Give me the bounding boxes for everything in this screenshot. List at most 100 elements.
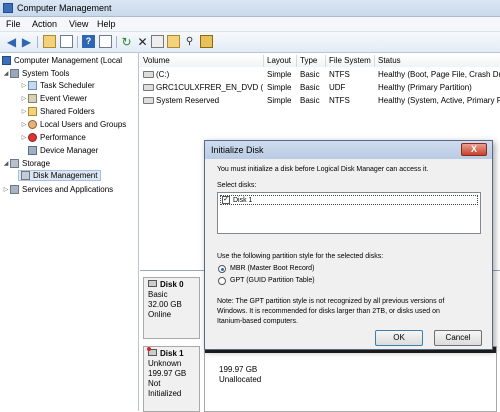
volume-layout: Simple	[267, 96, 292, 105]
volume-name: (C:)	[156, 70, 170, 79]
expand-icon[interactable]: ▷	[20, 134, 28, 141]
volume-layout: Simple	[267, 70, 292, 79]
tree-item-event-viewer[interactable]: ▷ Event Viewer	[20, 93, 87, 104]
disk-state: Not Initialized	[148, 379, 182, 398]
table-row[interactable]: GRC1CULXFRER_EN_DVD (E:)	[143, 82, 263, 93]
disk-management-icon	[21, 171, 30, 180]
volume-icon	[143, 97, 154, 105]
tree-item-shared-folders[interactable]: ▷ Shared Folders	[20, 106, 95, 117]
volume-status: Healthy (System, Active, Primary Partiti…	[378, 96, 500, 105]
disk-name: Disk 0	[160, 280, 184, 289]
tree-item-local-users[interactable]: ▷ Local Users and Groups	[20, 119, 126, 130]
volume-name: System Reserved	[156, 96, 220, 105]
menu-action[interactable]: Action	[32, 19, 57, 29]
open-icon[interactable]	[167, 35, 180, 48]
disk-1-header[interactable]: Disk 1 Unknown 199.97 GB Not Initialized	[143, 346, 200, 412]
tree-storage[interactable]: ◢ Storage	[2, 158, 50, 169]
export-icon[interactable]	[200, 35, 213, 48]
tree-system-tools-label: System Tools	[22, 69, 70, 78]
menu-file[interactable]: File	[6, 19, 21, 29]
disk-state: Online	[148, 310, 172, 319]
tools-icon	[10, 69, 19, 78]
column-header-file-system[interactable]: File System	[326, 55, 375, 67]
tree-item-disk-management[interactable]: Disk Management	[18, 170, 102, 181]
expand-icon[interactable]: ▷	[20, 121, 28, 128]
column-header-status[interactable]: Status	[375, 55, 500, 67]
expand-icon[interactable]: ▷	[2, 186, 10, 193]
toolbar: ◀ ▶ ? ↻ ✕ ⚲	[0, 32, 500, 53]
tree-item-performance[interactable]: ▷ Performance	[20, 132, 86, 143]
tree-item-label: Device Manager	[40, 146, 99, 155]
refresh-icon[interactable]: ↻	[120, 35, 133, 48]
tree-item-label: Shared Folders	[40, 107, 95, 116]
tree-system-tools[interactable]: ◢ System Tools	[2, 68, 69, 79]
list-item[interactable]: ✓ Disk 1	[220, 195, 478, 205]
cancel-button[interactable]: Cancel	[434, 330, 482, 346]
column-header-type[interactable]: Type	[297, 55, 326, 67]
show-action-pane-icon[interactable]	[99, 35, 112, 48]
volume-type: Basic	[300, 83, 320, 92]
disk-type: Basic	[148, 290, 168, 299]
disk-selection-list[interactable]: ✓ Disk 1	[217, 192, 481, 234]
volume-file-system: NTFS	[329, 96, 350, 105]
tree-root[interactable]: Computer Management (Local	[2, 55, 122, 66]
mbr-radio[interactable]	[218, 265, 226, 273]
disk-0-header[interactable]: Disk 0 Basic 32.00 GB Online	[143, 277, 200, 339]
select-disks-label: Select disks:	[217, 182, 257, 189]
volume-type: Basic	[300, 96, 320, 105]
tree-item-label: Event Viewer	[40, 94, 87, 103]
search-icon[interactable]: ⚲	[183, 35, 196, 48]
services-icon	[10, 185, 19, 194]
menu-help[interactable]: Help	[97, 19, 116, 29]
disk-1-checkbox[interactable]: ✓	[222, 196, 230, 204]
unallocated-partition[interactable]: 199.97 GB Unallocated	[204, 346, 497, 412]
unallocated-label: Unallocated	[219, 375, 262, 384]
column-header-volume[interactable]: Volume	[140, 55, 264, 67]
disk-icon	[148, 280, 157, 287]
properties-icon[interactable]	[151, 35, 164, 48]
tree-item-task-scheduler[interactable]: ▷ Task Scheduler	[20, 80, 95, 91]
show-tree-icon[interactable]	[60, 35, 73, 48]
column-header-layout[interactable]: Layout	[264, 55, 297, 67]
ok-button[interactable]: OK	[375, 330, 423, 346]
computer-management-icon	[3, 3, 13, 13]
menu-view[interactable]: View	[69, 19, 88, 29]
collapse-icon[interactable]: ◢	[2, 160, 10, 167]
table-row[interactable]: (C:)	[143, 69, 263, 80]
initialize-disk-dialog: Initialize Disk X You must initialize a …	[204, 140, 493, 350]
collapse-icon[interactable]: ◢	[2, 70, 10, 77]
tree-item-device-manager[interactable]: Device Manager	[28, 145, 98, 156]
performance-icon	[28, 133, 37, 142]
mbr-label[interactable]: MBR (Master Boot Record)	[230, 265, 314, 272]
volume-status: Healthy (Primary Partition)	[378, 83, 472, 92]
tree-services[interactable]: ▷ Services and Applications	[2, 184, 113, 195]
users-icon	[28, 120, 37, 129]
expand-icon[interactable]: ▷	[20, 82, 28, 89]
unallocated-size: 199.97 GB	[219, 365, 258, 374]
gpt-label[interactable]: GPT (GUID Partition Table)	[230, 277, 315, 284]
clock-icon	[28, 81, 37, 90]
gpt-radio[interactable]	[218, 277, 226, 285]
volume-layout: Simple	[267, 83, 292, 92]
disk-size: 32.00 GB	[148, 300, 182, 309]
disk-warning-icon	[147, 347, 157, 356]
note-line-3: Itanium-based computers.	[217, 318, 298, 325]
computer-icon	[2, 56, 11, 65]
expand-icon[interactable]: ▷	[20, 108, 28, 115]
delete-icon[interactable]: ✕	[136, 35, 149, 48]
window-title-bar: Computer Management	[0, 0, 500, 17]
help-icon[interactable]: ?	[82, 35, 95, 48]
table-row[interactable]: System Reserved	[143, 95, 263, 106]
navigation-tree: Computer Management (Local ◢ System Tool…	[0, 53, 139, 411]
forward-arrow-icon[interactable]: ▶	[20, 35, 33, 48]
volume-type: Basic	[300, 70, 320, 79]
back-arrow-icon[interactable]: ◀	[5, 35, 18, 48]
volume-file-system: UDF	[329, 83, 346, 92]
close-button[interactable]: X	[461, 143, 487, 156]
window-title: Computer Management	[17, 3, 112, 13]
expand-icon[interactable]: ▷	[20, 95, 28, 102]
note-line-2: Windows. It is recommended for disks lar…	[217, 308, 440, 315]
event-viewer-icon	[28, 94, 37, 103]
up-folder-icon[interactable]	[43, 35, 56, 48]
volume-status: Healthy (Boot, Page File, Crash Dump, Pr…	[378, 70, 500, 79]
